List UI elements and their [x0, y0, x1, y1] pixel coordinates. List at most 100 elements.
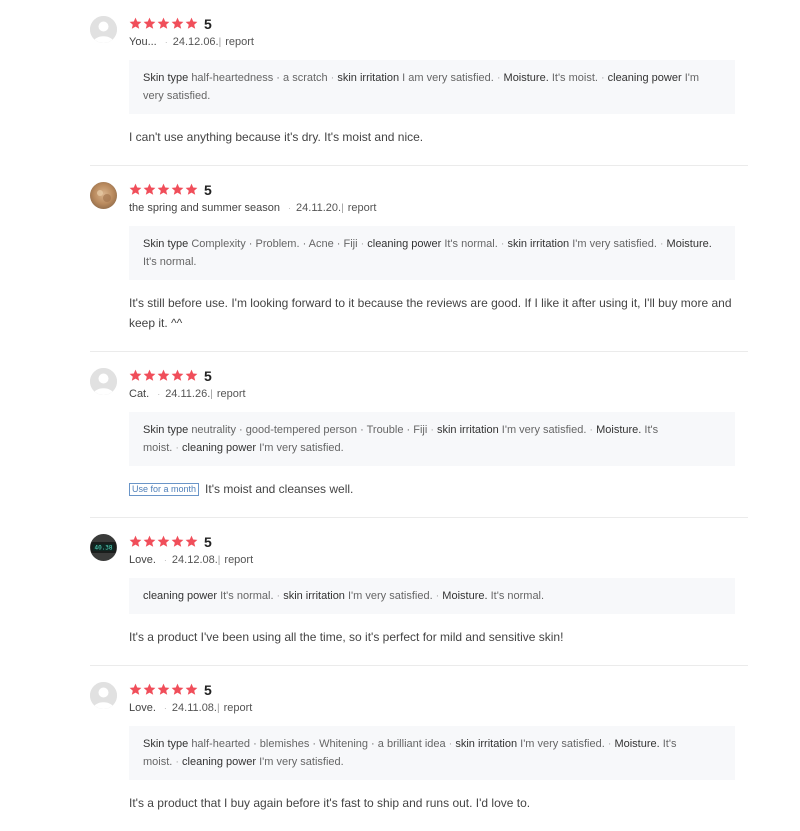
report-button[interactable]: report: [217, 388, 246, 400]
star-icon: [129, 535, 142, 547]
review-meta: Cat. · 24.11.26. | report: [129, 386, 748, 402]
review-date: 24.11.26.: [165, 388, 211, 400]
separator-dot-icon: ·: [430, 424, 434, 436]
attribute-value: I'm very satisfied.: [348, 590, 433, 602]
star-icon: [171, 183, 184, 195]
separator-dot-icon: ·: [175, 442, 180, 454]
review-attributes: cleaning power It's normal. · skin irritat…: [129, 578, 735, 614]
review-meta: Love. · 24.11.08. | report: [129, 700, 748, 716]
star-icon: [143, 183, 156, 195]
star-icon: [129, 183, 142, 195]
attribute-key: cleaning power: [143, 590, 217, 602]
star-icon: [129, 369, 142, 381]
review-attributes: Skin type half-heartedness · a scratch · s…: [129, 60, 735, 114]
divider: |: [218, 36, 222, 48]
review-text: Use for a month It's moist and cleanses w…: [129, 479, 735, 517]
rating-score: 5: [204, 181, 212, 198]
attribute-key: skin irritation: [283, 590, 345, 602]
attribute-value: I'm very satisfied.: [259, 756, 344, 768]
rating-score: 5: [204, 15, 212, 32]
attribute-key: cleaning power: [607, 72, 682, 84]
star-rating: [129, 683, 198, 696]
divider: |: [217, 554, 221, 566]
svg-text:40.38: 40.38: [94, 545, 112, 552]
star-icon: [185, 535, 198, 547]
attribute-value: neutrality · good-tempered person · Trou…: [191, 424, 428, 436]
divider: |: [216, 702, 220, 714]
review-date: 24.12.08.: [171, 554, 218, 566]
review-item: 40.38 5 Love. · 24.12.08. | report clean…: [90, 518, 748, 666]
photo-avatar-icon[interactable]: 40.38: [90, 534, 117, 561]
attribute-key: skin irritation: [337, 72, 400, 84]
author-name[interactable]: You...: [129, 36, 157, 48]
separator-dot-icon: ·: [157, 389, 161, 399]
separator-dot-icon: ·: [607, 738, 612, 750]
review-text: It's still before use. I'm looking forwa…: [129, 293, 735, 351]
review-attributes: Skin type neutrality · good-tempered per…: [129, 412, 735, 466]
star-icon: [157, 183, 170, 195]
review-item: 5 You... · 24.12.06. | report Skin type …: [90, 0, 748, 166]
star-icon: [185, 183, 198, 195]
review-meta: the spring and summer season · 24.11.20.…: [129, 200, 748, 216]
star-rating: [129, 17, 198, 30]
default-avatar-icon[interactable]: [90, 368, 117, 395]
review-list: 5 You... · 24.12.06. | report Skin type …: [0, 0, 800, 831]
star-rating: [129, 535, 198, 548]
separator-dot-icon: ·: [659, 238, 664, 250]
review-attributes: Skin type Complexity · Problem. · Acne ·…: [129, 226, 735, 280]
attribute-key: Skin type: [143, 424, 189, 436]
attribute-key: cleaning power: [367, 238, 442, 250]
separator-dot-icon: ·: [496, 72, 501, 84]
star-icon: [185, 17, 198, 29]
separator-dot-icon: ·: [288, 203, 292, 213]
separator-dot-icon: ·: [500, 238, 505, 250]
star-rating: [129, 183, 198, 196]
author-name[interactable]: Cat.: [129, 388, 149, 400]
star-icon: [171, 369, 184, 381]
report-button[interactable]: report: [224, 702, 253, 714]
attribute-value: I'm very satisfied.: [520, 738, 605, 750]
review-body: I can't use anything because it's dry. I…: [129, 130, 424, 144]
separator-dot-icon: ·: [589, 424, 594, 436]
star-icon: [157, 683, 170, 695]
star-icon: [185, 369, 198, 381]
star-icon: [143, 17, 156, 29]
attribute-key: cleaning power: [182, 756, 257, 768]
review-meta: Love. · 24.12.08. | report: [129, 552, 748, 568]
review-item: 5 Cat. · 24.11.26. | report Skin type ne…: [90, 352, 748, 518]
attribute-key: skin irritation: [455, 738, 518, 750]
review-body: It's moist and cleanses well.: [205, 482, 354, 496]
rating-score: 5: [204, 367, 212, 384]
review-text: It's a product I've been using all the t…: [129, 627, 735, 665]
photo-avatar-icon[interactable]: [90, 182, 117, 209]
star-icon: [143, 535, 156, 547]
separator-dot-icon: ·: [163, 555, 167, 565]
review-item: 5 Love. · 24.11.08. | report Skin type h…: [90, 666, 748, 831]
report-button[interactable]: report: [348, 202, 377, 214]
author-name[interactable]: the spring and summer season: [129, 202, 280, 214]
report-button[interactable]: report: [224, 554, 253, 566]
author-name[interactable]: Love.: [129, 702, 156, 714]
review-text: It's a product that I buy again before i…: [129, 793, 735, 831]
attribute-value: It's normal.: [220, 590, 274, 602]
rating-row: 5: [129, 681, 748, 698]
attribute-value: I'm very satisfied.: [572, 238, 657, 250]
default-avatar-icon[interactable]: [90, 682, 117, 709]
separator-dot-icon: ·: [163, 703, 167, 713]
attribute-key: Skin type: [143, 238, 189, 250]
report-button[interactable]: report: [225, 36, 254, 48]
attribute-value: I am very satisfied.: [402, 72, 494, 84]
attribute-value: I'm very satisfied.: [259, 442, 344, 454]
separator-dot-icon: ·: [164, 37, 168, 47]
author-name[interactable]: Love.: [129, 554, 156, 566]
star-icon: [157, 369, 170, 381]
star-icon: [129, 17, 142, 29]
star-icon: [129, 683, 142, 695]
star-icon: [157, 17, 170, 29]
separator-dot-icon: ·: [276, 590, 281, 602]
default-avatar-icon[interactable]: [90, 16, 117, 43]
usage-tag: Use for a month: [129, 483, 200, 496]
attribute-key: Moisture.: [503, 72, 549, 84]
attribute-value: It's normal.: [143, 256, 197, 268]
divider: |: [210, 388, 213, 400]
